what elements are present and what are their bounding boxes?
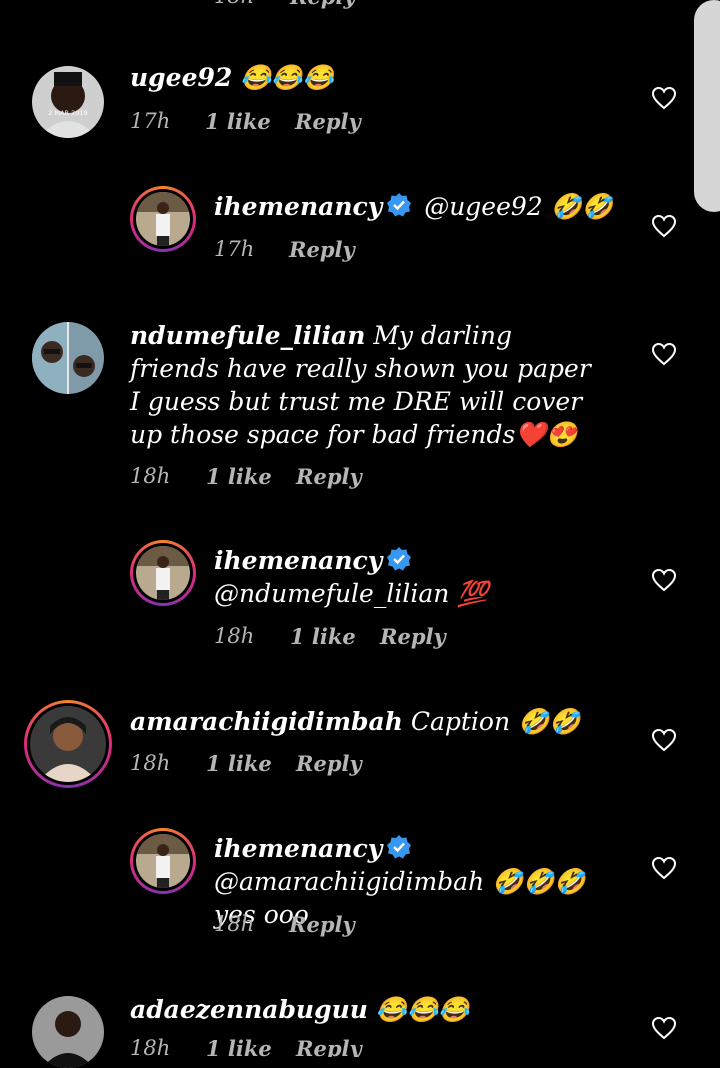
avatar[interactable] <box>130 828 196 894</box>
avatar[interactable] <box>32 322 104 394</box>
comment-time: 18h <box>130 751 171 775</box>
comment-meta: 18h 1 like Reply <box>130 464 430 492</box>
heart-icon[interactable] <box>651 214 677 238</box>
comment-time: 17h <box>214 237 255 261</box>
comment-body: 😂😂😂 <box>232 63 334 92</box>
comment-meta: 18h 1 like Reply <box>214 624 514 652</box>
comment-text: amarachiigidimbah Caption 🤣🤣 <box>130 705 600 738</box>
avatar[interactable] <box>32 996 104 1068</box>
comment-username[interactable]: amarachiigidimbah <box>130 707 403 736</box>
reply-button[interactable]: Reply <box>380 624 446 649</box>
comment-username[interactable]: ugee92 <box>130 63 232 92</box>
comment-meta: 18h 1 like Reply <box>130 1036 430 1057</box>
comment-text: ugee92 😂😂😂 <box>130 61 600 94</box>
comment-meta-partial: 18h Reply <box>214 0 514 10</box>
heart-icon[interactable] <box>651 86 677 110</box>
avatar[interactable]: 2 MAR 2019 <box>32 66 104 138</box>
comment-time: 18h <box>130 464 171 488</box>
comment-username[interactable]: ihemenancy <box>214 546 382 575</box>
avatar[interactable] <box>130 540 196 606</box>
heart-icon[interactable] <box>651 1016 677 1040</box>
scrollbar[interactable] <box>694 0 720 212</box>
reply-button[interactable]: Reply <box>289 237 355 262</box>
comment-time: 17h <box>130 109 171 133</box>
comment-time: 18h <box>214 912 255 936</box>
comment-username[interactable]: adaezennabuguu <box>130 995 368 1024</box>
comment-time: 18h <box>130 1036 171 1057</box>
reply-button[interactable]: Reply <box>290 0 356 9</box>
reply-button[interactable]: Reply <box>295 109 361 134</box>
reply-button[interactable]: Reply <box>296 751 362 776</box>
comment-text: ihemenancy @ndumefule_lilian 💯 <box>214 544 624 610</box>
comment-body: @ndumefule_lilian 💯 <box>214 579 489 608</box>
verified-badge-icon <box>387 193 412 217</box>
avatar[interactable] <box>130 186 196 252</box>
comment-time: 18h <box>214 0 254 8</box>
comment-username[interactable]: ihemenancy <box>214 192 382 221</box>
comment-body: @ugee92 🤣🤣 <box>416 192 613 221</box>
heart-icon[interactable] <box>651 342 677 366</box>
likes-count[interactable]: 1 like <box>206 464 272 489</box>
likes-count[interactable]: 1 like <box>290 624 356 649</box>
comment-meta: 17h 1 like Reply <box>130 109 430 137</box>
avatar-date-stamp: 2 MAR 2019 <box>48 109 87 117</box>
comment-text: adaezennabuguu 😂😂😂 <box>130 993 600 1026</box>
comment-meta: 18h 1 like Reply <box>130 751 430 779</box>
comment-body: Caption 🤣🤣 <box>402 707 581 736</box>
heart-icon[interactable] <box>651 856 677 880</box>
comment-username[interactable]: ndumefule_lilian <box>130 321 365 350</box>
reply-button[interactable]: Reply <box>296 1036 362 1057</box>
comment-time: 18h <box>214 624 255 648</box>
comment-text: ndumefule_lilian My darling friends have… <box>130 319 600 451</box>
comment-body: 😂😂😂 <box>367 995 470 1024</box>
likes-count[interactable]: 1 like <box>205 109 271 134</box>
comment-meta: 17h Reply <box>214 237 514 265</box>
heart-icon[interactable] <box>651 728 677 752</box>
reply-button[interactable]: Reply <box>289 912 355 937</box>
likes-count[interactable]: 1 like <box>206 1036 272 1057</box>
verified-badge-icon <box>387 547 412 571</box>
comment-text: ihemenancy @ugee92 🤣🤣 <box>214 190 624 223</box>
avatar[interactable] <box>24 700 112 788</box>
heart-icon[interactable] <box>651 568 677 592</box>
comment-meta: 18h Reply <box>214 912 514 940</box>
likes-count[interactable]: 1 like <box>206 751 272 776</box>
comment-username[interactable]: ihemenancy <box>214 834 382 863</box>
reply-button[interactable]: Reply <box>296 464 362 489</box>
verified-badge-icon <box>387 835 412 859</box>
